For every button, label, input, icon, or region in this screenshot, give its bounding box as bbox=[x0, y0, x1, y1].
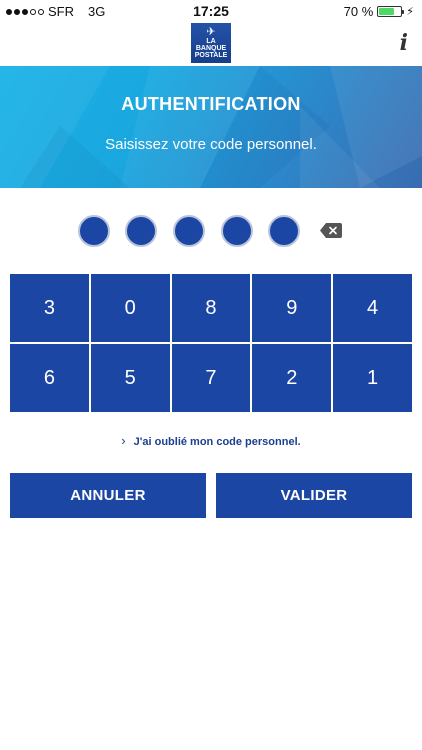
key-button[interactable]: 7 bbox=[171, 344, 251, 412]
key-button[interactable]: 3 bbox=[10, 274, 89, 342]
info-icon[interactable]: i bbox=[400, 30, 408, 56]
status-right: 70 % ⚡ bbox=[344, 4, 414, 19]
banner-pattern bbox=[0, 66, 422, 188]
chevron-right-icon: › bbox=[121, 433, 126, 448]
pin-dot bbox=[173, 215, 205, 247]
logo-text-2: BANQUE bbox=[195, 45, 227, 52]
top-navbar: ✈ LA BANQUE POSTALE i bbox=[0, 22, 422, 66]
key-button[interactable]: 4 bbox=[333, 274, 412, 342]
backspace-icon[interactable] bbox=[320, 223, 342, 238]
battery-fill bbox=[379, 8, 394, 15]
bird-logo-icon: ✈ bbox=[206, 26, 216, 38]
banque-postale-logo: ✈ LA BANQUE POSTALE bbox=[191, 23, 231, 63]
pin-dot bbox=[221, 215, 253, 247]
forgot-code-label: J'ai oublié mon code personnel. bbox=[133, 436, 301, 448]
charging-icon: ⚡ bbox=[406, 6, 414, 18]
pin-indicator bbox=[0, 214, 422, 248]
cancel-button[interactable]: ANNULER bbox=[10, 473, 206, 518]
logo-text-3: POSTALE bbox=[194, 52, 228, 59]
auth-banner: AUTHENTIFICATION Saisissez votre code pe… bbox=[0, 66, 422, 188]
validate-button[interactable]: VALIDER bbox=[216, 473, 412, 518]
logo-text-1: LA bbox=[206, 38, 216, 45]
page-title: AUTHENTIFICATION bbox=[121, 94, 301, 114]
battery-percent: 70 % bbox=[343, 4, 374, 19]
key-button[interactable]: 0 bbox=[90, 274, 170, 342]
battery-icon bbox=[377, 6, 405, 17]
key-button[interactable]: 8 bbox=[171, 274, 251, 342]
key-button[interactable]: 5 bbox=[90, 344, 170, 412]
page-subtitle: Saisissez votre code personnel. bbox=[105, 136, 317, 153]
key-button[interactable]: 6 bbox=[10, 344, 89, 412]
pin-dot bbox=[125, 215, 157, 247]
key-button[interactable]: 1 bbox=[333, 344, 412, 412]
forgot-code-link[interactable]: › J'ai oublié mon code personnel. bbox=[0, 433, 422, 448]
pin-keypad: 3 0 8 9 4 6 5 7 2 1 bbox=[10, 274, 412, 412]
status-bar: SFR 3G 17:25 70 % ⚡ bbox=[0, 0, 422, 22]
pin-dot bbox=[268, 215, 300, 247]
pin-dot bbox=[78, 215, 110, 247]
key-button[interactable]: 9 bbox=[252, 274, 332, 342]
key-button[interactable]: 2 bbox=[252, 344, 332, 412]
